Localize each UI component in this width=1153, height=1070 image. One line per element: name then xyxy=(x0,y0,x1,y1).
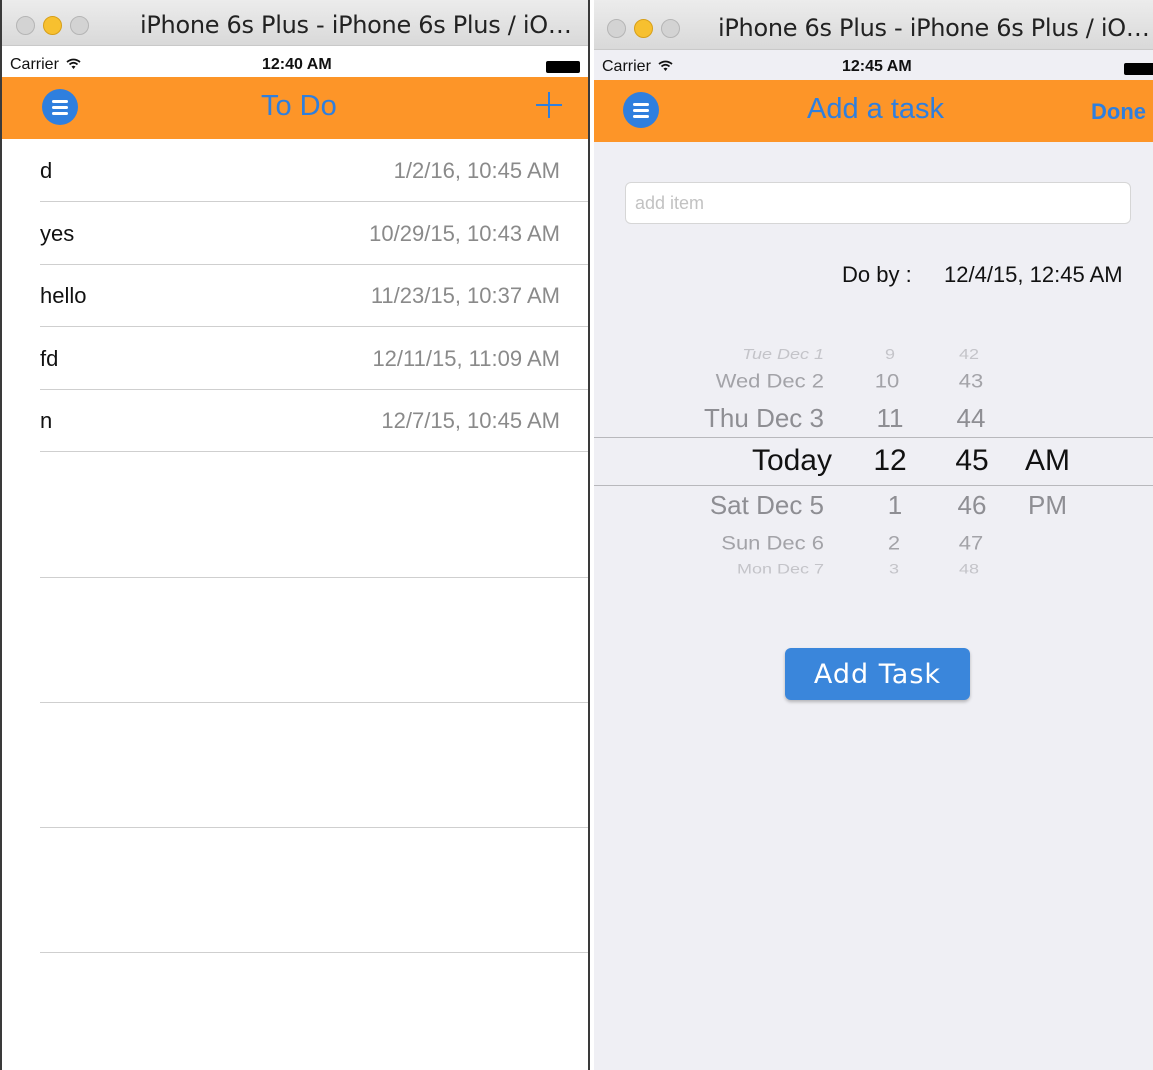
picker-ampm-selected[interactable]: AM xyxy=(1025,444,1070,478)
picker-day[interactable]: Wed Dec 2 xyxy=(654,369,824,392)
add-item-field[interactable] xyxy=(625,182,1131,224)
picker-selection-bottom xyxy=(594,485,1153,486)
zoom-window-button[interactable] xyxy=(661,19,680,38)
picker-minute-selected[interactable]: 45 xyxy=(947,444,997,478)
picker-day[interactable]: Tue Dec 1 xyxy=(654,346,824,363)
simulator-window-add-task: iPhone 6s Plus - iPhone 6s Plus / iO… Ca… xyxy=(594,0,1153,1070)
picker-hour[interactable]: 11 xyxy=(865,403,915,434)
status-bar: Carrier 12:40 AM xyxy=(2,50,588,80)
row-separator xyxy=(40,577,588,578)
done-button[interactable]: Done xyxy=(1091,99,1146,125)
do-by-value: 12/4/15, 12:45 AM xyxy=(944,262,1123,287)
window-title-bar: iPhone 6s Plus - iPhone 6s Plus / iO… xyxy=(2,0,588,46)
task-row[interactable]: d 1/2/16, 10:45 AM xyxy=(40,139,588,202)
row-separator xyxy=(40,702,588,703)
window-title: iPhone 6s Plus - iPhone 6s Plus / iO… xyxy=(718,14,1150,42)
do-by-label: Do by : xyxy=(842,262,912,287)
window-controls xyxy=(607,19,680,38)
picker-selection-top xyxy=(594,437,1153,438)
row-separator xyxy=(40,952,588,953)
minimize-window-button[interactable] xyxy=(43,16,62,35)
nav-bar: To Do xyxy=(2,77,588,139)
task-name: d xyxy=(40,158,53,183)
close-window-button[interactable] xyxy=(607,19,626,38)
page-title: Add a task xyxy=(807,93,945,125)
task-row[interactable]: fd 12/11/15, 11:09 AM xyxy=(40,327,588,390)
menu-icon[interactable] xyxy=(623,92,659,128)
plus-icon[interactable] xyxy=(536,92,562,118)
battery-icon xyxy=(546,61,580,73)
picker-hour[interactable]: 9 xyxy=(865,346,915,363)
wifi-icon xyxy=(66,58,81,69)
picker-minute[interactable]: 47 xyxy=(946,531,996,554)
row-separator xyxy=(40,827,588,828)
picker-minute[interactable]: 46 xyxy=(947,490,997,521)
window-title: iPhone 6s Plus - iPhone 6s Plus / iO… xyxy=(140,11,572,39)
task-date: 1/2/16, 10:45 AM xyxy=(393,158,560,183)
picker-minute[interactable]: 42 xyxy=(944,346,994,363)
task-row[interactable]: yes 10/29/15, 10:43 AM xyxy=(40,202,588,265)
window-controls xyxy=(16,16,89,35)
task-name: n xyxy=(40,408,53,433)
task-row[interactable]: hello 11/23/15, 10:37 AM xyxy=(40,264,588,327)
status-bar: Carrier 12:45 AM xyxy=(594,52,1153,82)
minimize-window-button[interactable] xyxy=(634,19,653,38)
picker-day[interactable]: Thu Dec 3 xyxy=(654,403,824,434)
picker-day[interactable]: Mon Dec 7 xyxy=(654,562,824,578)
picker-hour[interactable]: 2 xyxy=(869,531,919,554)
carrier-label: Carrier xyxy=(10,56,81,74)
add-task-button[interactable]: Add Task xyxy=(785,648,970,700)
task-name: fd xyxy=(40,346,59,371)
picker-minute[interactable]: 48 xyxy=(944,562,994,578)
status-time: 12:40 AM xyxy=(262,56,332,73)
carrier-label: Carrier xyxy=(602,58,673,76)
picker-minute[interactable]: 44 xyxy=(946,403,996,434)
picker-hour[interactable]: 1 xyxy=(870,490,920,521)
nav-bar: Add a task Done xyxy=(594,80,1153,142)
task-date: 12/11/15, 11:09 AM xyxy=(372,346,560,371)
task-date: 12/7/15, 10:45 AM xyxy=(381,408,560,433)
close-window-button[interactable] xyxy=(16,16,35,35)
status-time: 12:45 AM xyxy=(842,58,912,75)
menu-icon[interactable] xyxy=(42,89,78,125)
task-row[interactable]: n 12/7/15, 10:45 AM xyxy=(40,389,588,452)
add-item-input[interactable] xyxy=(626,183,1130,223)
zoom-window-button[interactable] xyxy=(70,16,89,35)
picker-ampm[interactable]: PM xyxy=(1028,490,1067,521)
simulator-window-todo: iPhone 6s Plus - iPhone 6s Plus / iO… Ca… xyxy=(0,0,590,1070)
wifi-icon xyxy=(658,60,673,71)
task-date: 10/29/15, 10:43 AM xyxy=(369,221,560,246)
battery-icon xyxy=(1124,63,1153,75)
page-title: To Do xyxy=(261,90,337,122)
task-name: hello xyxy=(40,283,87,308)
picker-day-selected[interactable]: Today xyxy=(654,444,832,478)
task-date: 11/23/15, 10:37 AM xyxy=(370,283,560,308)
task-name: yes xyxy=(40,221,75,246)
picker-day[interactable]: Sat Dec 5 xyxy=(654,490,824,521)
picker-hour[interactable]: 10 xyxy=(862,369,912,392)
picker-day[interactable]: Sun Dec 6 xyxy=(654,531,824,554)
picker-hour[interactable]: 3 xyxy=(869,562,919,578)
window-title-bar: iPhone 6s Plus - iPhone 6s Plus / iO… xyxy=(594,0,1153,50)
picker-minute[interactable]: 43 xyxy=(946,369,996,392)
picker-hour-selected[interactable]: 12 xyxy=(865,444,915,478)
